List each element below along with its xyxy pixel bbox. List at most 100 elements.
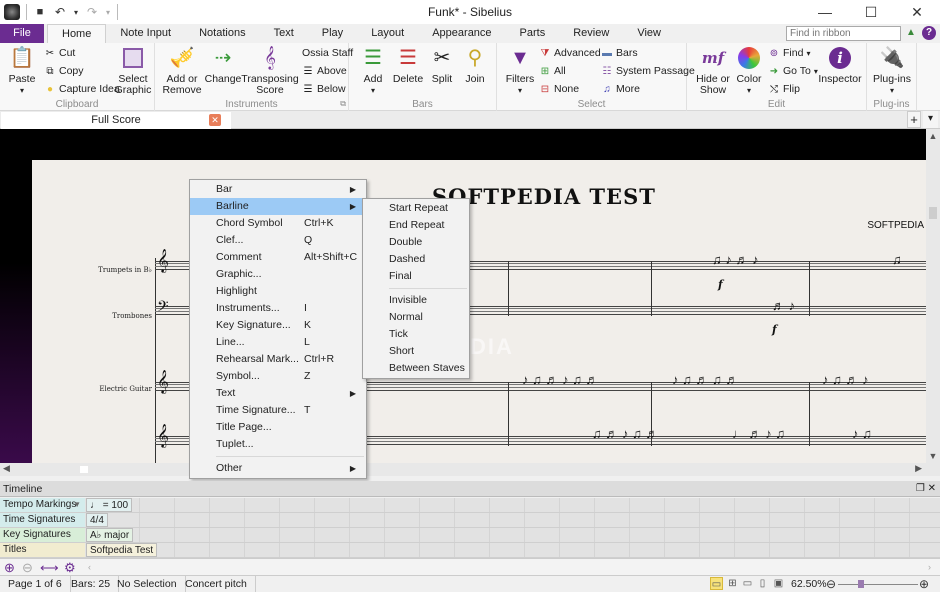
tab-view[interactable]: View [623,24,675,43]
menu-item-short[interactable]: Short [363,343,469,360]
go-to-button[interactable]: ➜ Go To ▾ [768,65,818,77]
scroll-thumb[interactable] [80,466,88,473]
find-button[interactable]: ⊚ Find ▾ [768,47,811,59]
notes[interactable]: ♫ ♬ ♪ ♫ ♬ [592,426,658,441]
menu-item-chord-symbol[interactable]: Chord Symbol Ctrl+K [190,215,366,232]
menu-item-key-signature[interactable]: Key Signature... K [190,317,366,334]
scroll-thumb[interactable] [929,207,937,219]
notes[interactable]: ♫ ♪ ♬ ♪ [712,252,759,267]
timeline-value[interactable]: Softpedia Test [86,543,158,557]
tab-menu-icon[interactable]: ▾ [923,111,938,128]
tab-note-input[interactable]: Note Input [106,24,185,43]
scroll-right-icon[interactable]: › [928,562,931,572]
page-indicator[interactable]: Page 1 of 6 [0,576,71,592]
tab-appearance[interactable]: Appearance [418,24,505,43]
hide-show-button[interactable]: mf Hide or Show [693,45,733,96]
menu-item-symbol[interactable]: Symbol... Z [190,368,366,385]
notes[interactable]: ♩ ♬ ♪ ♫ [732,426,785,441]
scroll-down-icon[interactable]: ▼ [926,451,940,461]
settings-gear-icon[interactable]: ⚙ [64,560,76,576]
notes[interactable]: ♪ ♫ ♬ ♪ ♫ ♬ [522,372,599,387]
ossia-above-button[interactable]: ☰ Above [302,65,347,77]
undo-icon[interactable]: ↶ [53,5,67,19]
help-icon[interactable]: ? [922,26,936,40]
menu-item-final[interactable]: Final [363,268,469,285]
timeline-value[interactable]: ♩ = 100 [86,498,133,512]
tab-home[interactable]: Home [47,24,107,43]
color-button[interactable]: Color ▾ [735,45,763,96]
menu-item-rehearsal-mark[interactable]: Rehearsal Mark... Ctrl+R [190,351,366,368]
zoom-in-icon[interactable]: ⊕ [4,560,15,576]
menu-item-tuplet[interactable]: Tuplet... [190,436,366,453]
menu-item-title-page[interactable]: Title Page... [190,419,366,436]
tab-notations[interactable]: Notations [185,24,259,43]
notes[interactable]: ♪ ♫ ♬ ♫ ♬ [672,372,738,387]
zoom-slider[interactable] [838,580,918,588]
advanced-filter-button[interactable]: ⧩ Advanced [539,47,601,59]
panorama-view-icon[interactable]: ▣ [772,577,785,590]
vertical-view-icon[interactable]: ▯ [756,577,769,590]
scroll-left-icon[interactable]: ◀ [3,463,10,474]
filters-button[interactable]: ▼ Filters ▾ [505,45,535,96]
dropdown-icon[interactable]: ▼ [73,498,81,512]
spreads-view-icon[interactable]: ▭ [710,577,723,590]
menu-item-instruments[interactable]: Instruments... I [190,300,366,317]
menu-item-between-staves[interactable]: Between Staves [363,360,469,377]
tab-review[interactable]: Review [559,24,623,43]
change-instrument-button[interactable]: ⇢ Change [205,45,242,85]
score-page[interactable]: SOFTPEDIA TEST SOFTPEDIA Trumpets in B♭ … [32,160,926,463]
add-bar-button[interactable]: ☰ Add ▾ [359,45,387,96]
select-graphic-button[interactable]: Select Graphic [113,45,153,96]
flip-button[interactable]: ⤭ Flip [768,83,800,95]
menu-item-double[interactable]: Double [363,234,469,251]
dynamic-marking[interactable]: f [772,323,777,336]
collapse-ribbon-icon[interactable]: ▲ [906,27,916,38]
inspector-button[interactable]: i Inspector [817,45,863,85]
transposing-score-button[interactable]: 𝄞 Transposing Score [241,45,298,96]
menu-item-highlight[interactable]: Highlight [190,283,366,300]
capture-idea-button[interactable]: ● Capture Idea [44,83,120,95]
delete-bar-button[interactable]: ☰ Delete [391,45,425,85]
float-panel-icon[interactable]: ❐ [916,483,925,494]
tab-file[interactable]: File [0,24,44,43]
menu-item-start-repeat[interactable]: Start Repeat [363,200,469,217]
select-bars-button[interactable]: ▬ Bars [601,47,638,59]
cut-button[interactable]: ✂ Cut [44,47,76,59]
plugins-button[interactable]: 🔌 Plug-ins ▾ [873,45,911,96]
ossia-below-button[interactable]: ☰ Below [302,83,346,95]
menu-item-tick[interactable]: Tick [363,326,469,343]
menu-item-other[interactable]: Other ▶ [190,460,366,477]
close-tab-icon[interactable]: ✕ [209,114,221,126]
select-more-button[interactable]: ♫ More [601,83,640,95]
composer-text[interactable]: SOFTPEDIA [867,220,924,231]
notes[interactable]: ♪ ♫ [852,426,872,441]
system-passage-button[interactable]: ☷ System Passage [601,65,695,77]
notes[interactable]: ♬ ♪ [772,298,795,313]
timeline-row-titles[interactable]: Titles Softpedia Test [0,543,940,558]
notes[interactable]: ♫ [892,252,902,267]
zoom-slider-thumb[interactable] [858,580,864,588]
horizontal-view-icon[interactable]: ▭ [741,577,754,590]
copy-button[interactable]: ⧉ Copy [44,65,83,77]
scroll-up-icon[interactable]: ▲ [926,131,940,141]
fit-width-icon[interactable]: ⟷ [40,560,59,576]
zoom-in-button[interactable]: ⊕ [919,576,929,592]
paste-button[interactable]: 📋 Paste ▾ [6,45,38,96]
tab-parts[interactable]: Parts [506,24,560,43]
menu-item-clef[interactable]: Clef... Q [190,232,366,249]
tab-play[interactable]: Play [308,24,357,43]
menu-item-comment[interactable]: Comment Alt+Shift+C [190,249,366,266]
tab-text[interactable]: Text [260,24,308,43]
redo-icon[interactable]: ↷ [85,5,99,19]
menu-item-invisible[interactable]: Invisible [363,292,469,309]
dynamic-marking[interactable]: f [718,278,723,291]
minimize-button[interactable]: — [802,0,848,24]
close-panel-icon[interactable]: ✕ [928,483,936,494]
menu-item-end-repeat[interactable]: End Repeat [363,217,469,234]
tab-full-score[interactable]: Full Score ✕ [1,112,231,129]
add-tab-button[interactable]: + [907,111,921,128]
menu-item-time-signature[interactable]: Time Signature... T [190,402,366,419]
maximize-button[interactable]: ☐ [848,0,894,24]
save-icon[interactable]: ■ [33,5,47,19]
timeline-row-tempo[interactable]: Tempo Markings ▼ ♩ = 100 [0,498,940,513]
